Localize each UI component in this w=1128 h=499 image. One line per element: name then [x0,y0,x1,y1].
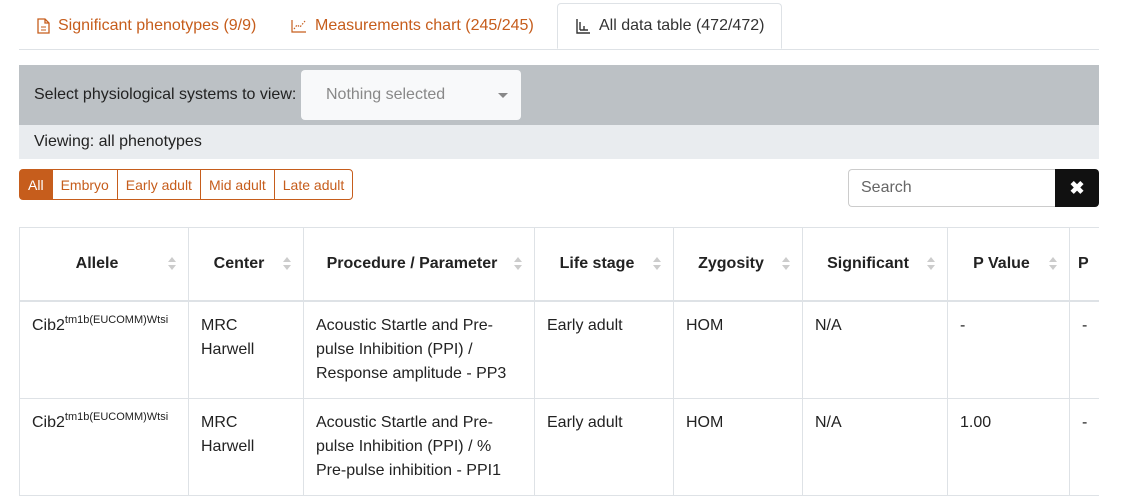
extra-cell: - [1069,300,1099,399]
extra-cell: - [1069,397,1099,496]
filter-label: Select physiological systems to view: [34,86,297,103]
data-table: Allele Center Procedure / Parameter Life… [19,227,1099,496]
column-header-p-value[interactable]: P Value [947,227,1070,302]
sort-icon [1049,257,1057,271]
column-header-significant[interactable]: Significant [802,227,948,302]
table-header-row: Allele Center Procedure / Parameter Life… [19,227,1099,302]
column-header-procedure-parameter[interactable]: Procedure / Parameter [303,227,535,302]
tab-bar: Significant phenotypes (9/9) Measurement… [19,0,1099,50]
life-stage-mid-adult-button[interactable]: Mid adult [199,169,275,200]
significant-cell: N/A [802,397,948,496]
close-icon: ✖ [1069,177,1085,198]
procedure-cell: Acoustic Startle and Pre-pulse Inhibitio… [303,300,535,399]
center-cell: MRC Harwell [188,397,304,496]
tab-label: Significant phenotypes (9/9) [58,16,257,34]
column-header-life-stage[interactable]: Life stage [534,227,674,302]
p-value-cell: 1.00 [947,397,1070,496]
table-icon [575,18,591,34]
allele-cell: Cib2tm1b(EUCOMM)Wtsi [19,300,189,399]
column-header-allele[interactable]: Allele [19,227,189,302]
column-header-zygosity[interactable]: Zygosity [673,227,803,302]
life-stage-early-adult-button[interactable]: Early adult [116,169,201,200]
sort-icon [927,257,935,271]
sort-icon [283,257,291,271]
data-table-container: Allele Center Procedure / Parameter Life… [19,227,1099,499]
table-row: Cib2tm1b(EUCOMM)Wtsi MRC Harwell Acousti… [19,397,1099,496]
chevron-down-icon [498,93,508,98]
center-cell: MRC Harwell [188,300,304,399]
column-header-extra[interactable]: P [1069,227,1099,302]
sort-icon [514,257,522,271]
tab-all-data-table[interactable]: All data table (472/472) [557,3,783,49]
life-stage-filter: All Embryo Early adult Mid adult Late ad… [19,169,354,200]
physiological-systems-select[interactable]: Nothing selected [301,70,521,120]
column-header-center[interactable]: Center [188,227,304,302]
tab-measurements-chart[interactable]: Measurements chart (245/245) [274,3,551,48]
clear-search-button[interactable]: ✖ [1055,169,1099,207]
sort-icon [168,257,176,271]
viewing-status: Viewing: all phenotypes [19,125,1099,159]
sort-icon [782,257,790,271]
tab-label: Measurements chart (245/245) [315,16,534,34]
search-input[interactable] [848,169,1056,207]
life-stage-embryo-button[interactable]: Embryo [51,169,118,200]
tab-label: All data table (472/472) [599,17,765,34]
life-stage-late-adult-button[interactable]: Late adult [273,169,354,200]
zygosity-cell: HOM [673,397,803,496]
life-stage-cell: Early adult [534,397,674,496]
life-stage-cell: Early adult [534,300,674,399]
zygosity-cell: HOM [673,300,803,399]
procedure-cell: Acoustic Startle and Pre-pulse Inhibitio… [303,397,535,496]
physiological-systems-filter: Select physiological systems to view: No… [19,65,1099,125]
file-icon [36,17,50,34]
chart-icon [291,19,307,33]
select-value: Nothing selected [326,86,446,103]
tab-significant-phenotypes[interactable]: Significant phenotypes (9/9) [19,3,273,48]
p-value-cell: - [947,300,1070,399]
sort-icon [653,257,661,271]
life-stage-all-button[interactable]: All [19,169,53,200]
table-row: Cib2tm1b(EUCOMM)Wtsi MRC Harwell Acousti… [19,300,1099,399]
allele-cell: Cib2tm1b(EUCOMM)Wtsi [19,397,189,496]
significant-cell: N/A [802,300,948,399]
